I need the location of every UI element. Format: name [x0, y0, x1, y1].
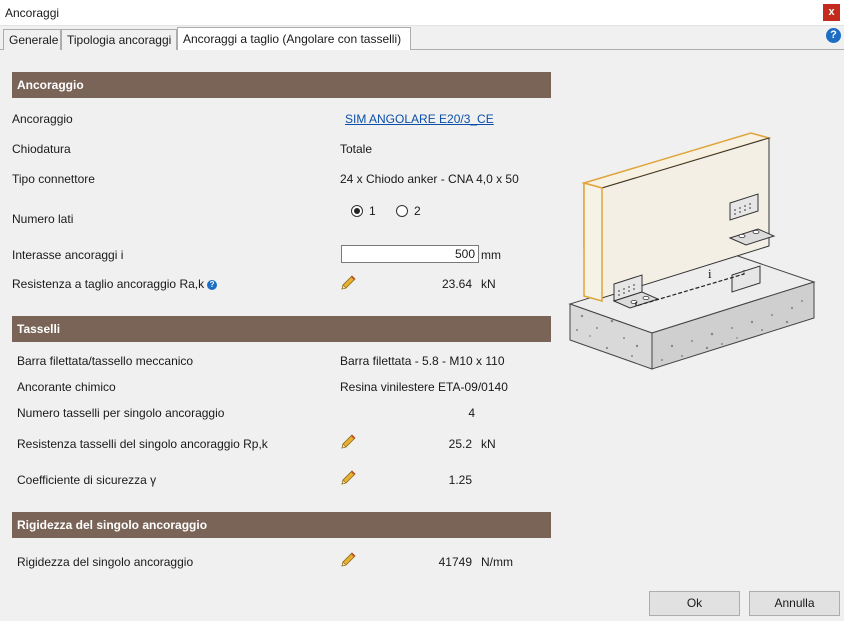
tab-tipologia-ancoraggi[interactable]: Tipologia ancoraggi	[61, 29, 177, 50]
help-icon[interactable]: ?	[826, 28, 841, 43]
dialog-content: Ancoraggio Ancoraggio SIM ANGOLARE E20/3…	[0, 50, 844, 621]
barra-value: Barra filettata - 5.8 - M10 x 110	[340, 354, 505, 368]
resistenza-taglio-unit: kN	[481, 277, 496, 291]
chiodatura-label: Chiodatura	[12, 142, 71, 156]
interasse-input[interactable]: 500	[341, 245, 479, 263]
tab-bar: Generale Tipologia ancoraggi Ancoraggi a…	[0, 26, 844, 51]
lati-radio-2[interactable]	[396, 205, 408, 217]
resistenza-taglio-label-text: Resistenza a taglio ancoraggio Ra,k	[12, 277, 205, 291]
numero-lati-label: Numero lati	[12, 212, 74, 226]
tipo-connettore-value: 24 x Chiodo anker - CNA 4,0 x 50	[340, 172, 519, 186]
tipo-connettore-label: Tipo connettore	[12, 172, 95, 186]
coefficiente-label: Coefficiente di sicurezza γ	[17, 473, 157, 487]
window-title: Ancoraggi	[5, 6, 60, 20]
coefficiente-value: 1.25	[448, 473, 472, 487]
rigidezza-unit: N/mm	[481, 555, 513, 569]
section-header-ancoraggio: Ancoraggio	[12, 72, 551, 98]
tab-ancoraggi-a-taglio[interactable]: Ancoraggi a taglio (Angolare con tassell…	[177, 27, 411, 51]
chiodatura-value: Totale	[340, 142, 373, 156]
dimension-label-i: i	[708, 266, 712, 281]
edit-pencil-icon[interactable]	[339, 433, 357, 451]
lati-radio-2-label: 2	[414, 204, 421, 218]
title-bar: Ancoraggi x	[0, 0, 844, 26]
anchor-illustration: i	[568, 132, 816, 370]
tab-generale[interactable]: Generale	[3, 29, 61, 50]
rigidezza-value: 41749	[438, 555, 472, 569]
section-header-rigidezza: Rigidezza del singolo ancoraggio	[12, 512, 551, 538]
numero-tasselli-label: Numero tasselli per singolo ancoraggio	[17, 406, 225, 420]
numero-tasselli-value: 4	[468, 406, 475, 420]
ancorante-label: Ancorante chimico	[17, 380, 116, 394]
ancoraggio-label: Ancoraggio	[12, 112, 73, 126]
resistenza-taglio-label: Resistenza a taglio ancoraggio Ra,k?	[12, 277, 218, 291]
cancel-button[interactable]: Annulla	[749, 591, 840, 616]
close-icon[interactable]: x	[823, 4, 840, 21]
interasse-label: Interasse ancoraggi i	[12, 248, 124, 262]
barra-label: Barra filettata/tassello meccanico	[17, 354, 194, 368]
interasse-unit: mm	[481, 248, 501, 262]
section-header-tasselli: Tasselli	[12, 316, 551, 342]
info-icon[interactable]: ?	[207, 280, 218, 290]
ancorante-value: Resina vinilestere ETA-09/0140	[340, 380, 508, 394]
resistenza-taglio-value: 23.64	[441, 277, 472, 291]
lati-radio-1[interactable]	[351, 205, 363, 217]
resistenza-tasselli-label: Resistenza tasselli del singolo ancoragg…	[17, 437, 268, 451]
rigidezza-label: Rigidezza del singolo ancoraggio	[17, 555, 194, 569]
edit-pencil-icon[interactable]	[339, 469, 357, 487]
ancoraggio-link[interactable]: SIM ANGOLARE E20/3_CE	[345, 112, 494, 126]
edit-pencil-icon[interactable]	[339, 551, 357, 569]
resistenza-tasselli-value: 25.2	[448, 437, 472, 451]
ok-button[interactable]: Ok	[649, 591, 740, 616]
edit-pencil-icon[interactable]	[339, 274, 357, 292]
resistenza-tasselli-unit: kN	[481, 437, 496, 451]
lati-radio-1-label: 1	[369, 204, 376, 218]
